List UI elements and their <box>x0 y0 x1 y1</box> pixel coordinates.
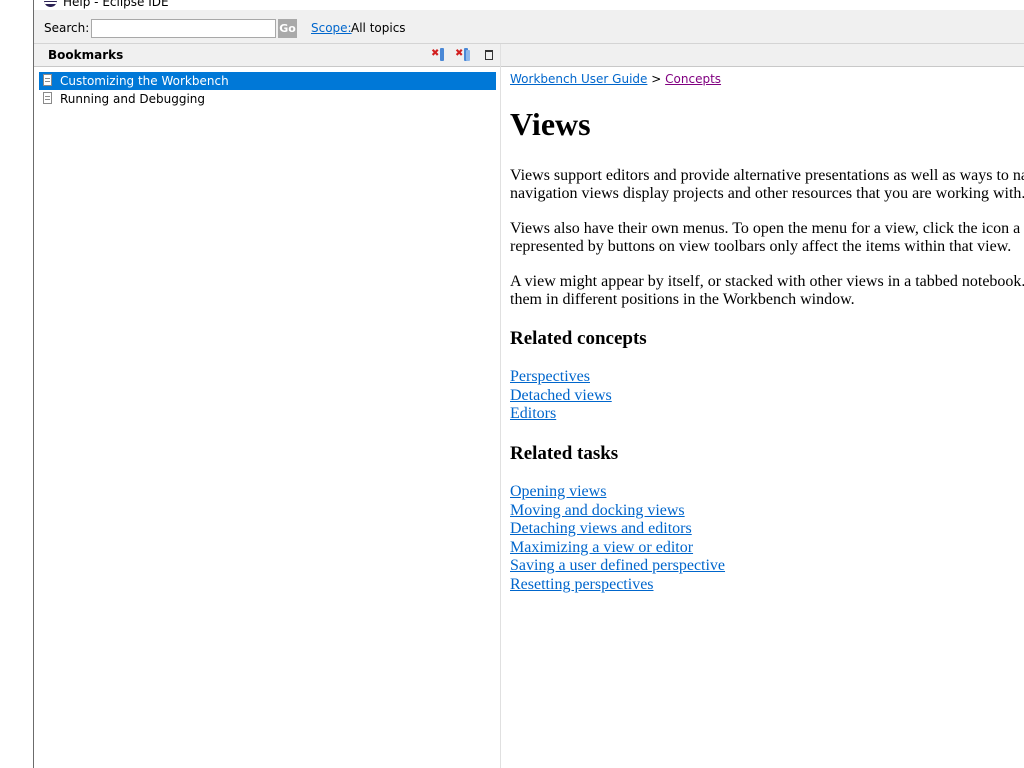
related-tasks-heading: Related tasks <box>510 443 619 464</box>
search-toolbar: Search: Go Scope: All topics <box>34 10 1024 44</box>
eclipse-icon <box>44 0 57 7</box>
delete-all-bookmarks-icon: ✖ <box>455 48 464 59</box>
content-header <box>501 44 1024 67</box>
document-icon <box>43 74 52 86</box>
breadcrumb: Workbench User Guide > Concepts <box>510 72 721 86</box>
link-maximizing-view[interactable]: Maximizing a view or editor <box>510 539 693 556</box>
list-item: Detached views <box>510 387 612 406</box>
page-title: Views <box>510 106 591 142</box>
minimize-icon <box>485 50 493 60</box>
list-item: Moving and docking views <box>510 502 725 521</box>
list-item: Detaching views and editors <box>510 520 725 539</box>
bookmarks-pane: Bookmarks ✖ ✖ Customizing the Workbench … <box>34 44 500 768</box>
delete-bookmark-icon: ✖ <box>431 48 440 59</box>
related-tasks-list: Opening views Moving and docking views D… <box>510 483 725 595</box>
bookmarks-title: Bookmarks <box>48 48 124 62</box>
link-moving-docking-views[interactable]: Moving and docking views <box>510 502 685 519</box>
go-button[interactable]: Go <box>278 19 297 38</box>
search-label: Search: <box>44 21 90 35</box>
delete-bookmark-button[interactable]: ✖ <box>431 47 449 63</box>
paragraph-views-intro: Views support editors and provide altern… <box>510 167 1024 202</box>
help-content: Workbench User Guide > Concepts Views Vi… <box>510 66 1024 768</box>
link-detached-views[interactable]: Detached views <box>510 387 612 404</box>
search-input[interactable] <box>91 19 276 38</box>
link-perspectives[interactable]: Perspectives <box>510 368 590 385</box>
bookmark-item-customizing[interactable]: Customizing the Workbench <box>39 72 496 90</box>
link-opening-views[interactable]: Opening views <box>510 483 606 500</box>
bookmarks-header: Bookmarks ✖ ✖ <box>34 44 500 67</box>
link-detaching-views-editors[interactable]: Detaching views and editors <box>510 520 692 537</box>
bookmark-item-running[interactable]: Running and Debugging <box>39 90 496 108</box>
bookmark-label: Running and Debugging <box>60 92 206 106</box>
breadcrumb-link-user-guide[interactable]: Workbench User Guide <box>510 72 647 86</box>
link-resetting-perspectives[interactable]: Resetting perspectives <box>510 576 654 593</box>
paragraph-views-stacked: A view might appear by itself, or stacke… <box>510 273 1024 308</box>
link-editors[interactable]: Editors <box>510 405 556 422</box>
breadcrumb-separator: > <box>651 72 662 86</box>
list-item: Saving a user defined perspective <box>510 557 725 576</box>
related-concepts-list: Perspectives Detached views Editors <box>510 368 612 424</box>
list-item: Maximizing a view or editor <box>510 539 725 558</box>
list-item: Perspectives <box>510 368 612 387</box>
list-item: Opening views <box>510 483 725 502</box>
list-item: Editors <box>510 405 612 424</box>
minimize-button[interactable] <box>482 47 500 63</box>
paragraph-views-menus: Views also have their own menus. To open… <box>510 220 1021 255</box>
bookmark-label: Customizing the Workbench <box>60 74 229 88</box>
document-icon <box>43 92 52 104</box>
desktop-background <box>0 0 33 768</box>
scope-link[interactable]: Scope: <box>311 21 352 35</box>
pane-divider[interactable] <box>500 44 501 768</box>
title-bar: Help - Eclipse IDE <box>34 0 1024 10</box>
link-saving-perspective[interactable]: Saving a user defined perspective <box>510 557 725 574</box>
scope-value: All topics <box>351 21 406 35</box>
related-concepts-heading: Related concepts <box>510 328 647 349</box>
breadcrumb-link-concepts[interactable]: Concepts <box>665 72 721 86</box>
window-title: Help - Eclipse IDE <box>63 0 169 9</box>
list-item: Resetting perspectives <box>510 576 725 595</box>
delete-all-bookmarks-button[interactable]: ✖ <box>455 47 473 63</box>
